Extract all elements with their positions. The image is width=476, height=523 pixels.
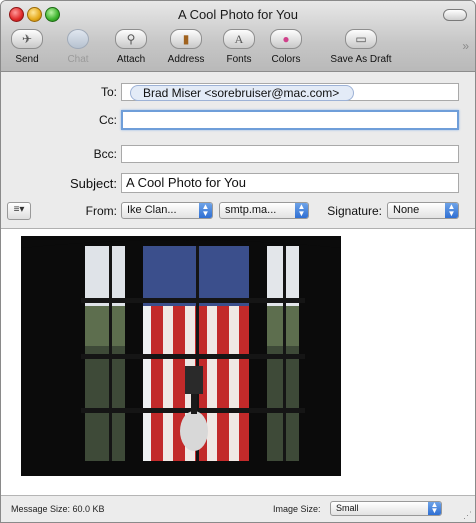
colors-button[interactable]: ● Colors: [264, 29, 308, 69]
fonts-icon: A: [223, 29, 255, 49]
compose-window: A Cool Photo for You ✈ Send Chat ⚲ Attac…: [0, 0, 476, 523]
smtp-server-popup[interactable]: smtp.ma... ▲ ▼: [219, 202, 309, 219]
toolbar-toggle-button[interactable]: [443, 9, 467, 21]
bcc-field[interactable]: [121, 145, 459, 163]
send-button[interactable]: ✈ Send: [5, 29, 49, 69]
save-as-draft-button[interactable]: ▭ Save As Draft: [321, 29, 401, 69]
chat-icon: [67, 29, 89, 49]
subject-field[interactable]: A Cool Photo for You: [121, 173, 459, 193]
popup-arrows-icon: ▲ ▼: [199, 203, 212, 218]
address-button[interactable]: ▮ Address: [164, 29, 208, 69]
popup-arrows-icon: ▲ ▼: [295, 203, 308, 218]
message-size-text: Message Size: 60.0 KB: [11, 504, 105, 514]
window-title: A Cool Photo for You: [178, 7, 298, 22]
title-bar: A Cool Photo for You ✈ Send Chat ⚲ Attac…: [1, 1, 475, 72]
signature-label: Signature:: [327, 204, 382, 218]
image-size-label: Image Size:: [273, 504, 321, 514]
window-flag-photo-image: [21, 236, 341, 476]
paperclip-icon: ⚲: [115, 29, 147, 49]
header-options-menu[interactable]: ≡▾: [7, 202, 31, 220]
fonts-button[interactable]: A Fonts: [217, 29, 261, 69]
send-icon: ✈: [11, 29, 43, 49]
resize-grip-icon[interactable]: ⋰: [463, 510, 472, 521]
message-body[interactable]: [1, 229, 475, 494]
attached-photo[interactable]: [21, 236, 341, 476]
status-bar: Message Size: 60.0 KB Image Size: Small …: [1, 495, 475, 522]
from-account-popup[interactable]: Ike Clan... ▲ ▼: [121, 202, 213, 219]
signature-popup[interactable]: None ▲ ▼: [387, 202, 459, 219]
cc-field[interactable]: [121, 110, 459, 130]
to-field[interactable]: Brad Miser <sorebruiser@mac.com>: [121, 83, 459, 101]
color-wheel-icon: ●: [270, 29, 302, 49]
draft-icon: ▭: [345, 29, 377, 49]
bcc-label: Bcc:: [93, 147, 117, 161]
popup-arrows-icon: ▲ ▼: [445, 203, 458, 218]
chat-button[interactable]: Chat: [56, 29, 100, 69]
image-size-popup[interactable]: Small ▲ ▼: [330, 501, 442, 516]
popup-arrows-icon: ▲ ▼: [428, 502, 441, 515]
subject-label: Subject:: [70, 176, 117, 191]
to-label: To:: [100, 85, 117, 99]
recipient-token[interactable]: Brad Miser <sorebruiser@mac.com>: [130, 85, 355, 101]
from-label: From:: [85, 204, 117, 218]
address-book-icon: ▮: [170, 29, 202, 49]
message-header: To: Brad Miser <sorebruiser@mac.com> Cc:…: [1, 72, 475, 229]
cc-label: Cc:: [99, 113, 117, 127]
attach-button[interactable]: ⚲ Attach: [109, 29, 153, 69]
toolbar-overflow-icon[interactable]: »: [462, 39, 469, 53]
